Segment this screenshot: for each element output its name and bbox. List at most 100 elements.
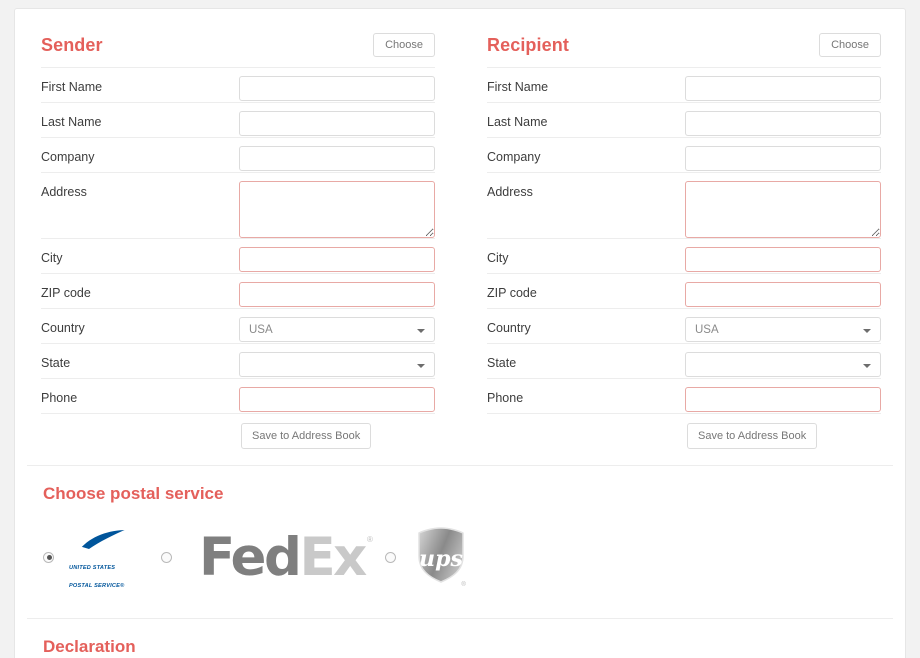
sender-state-label: State: [41, 356, 71, 370]
sender-first-name-label: First Name: [41, 80, 103, 94]
sender-phone-label: Phone: [41, 391, 78, 405]
sender-field-city: City: [41, 238, 435, 273]
recipient-field-city: City: [487, 238, 881, 273]
recipient-field-phone: Phone: [487, 378, 881, 413]
sender-field-last-name: Last Name: [41, 102, 435, 137]
recipient-first-name-input[interactable]: [685, 76, 881, 101]
sender-zip-label: ZIP code: [41, 286, 91, 300]
sender-field-phone: Phone: [41, 378, 435, 413]
sender-save-spacer: [41, 423, 241, 449]
ups-logo: ups ®: [415, 526, 467, 589]
recipient-address-label: Address: [487, 185, 533, 199]
postal-service-section: Choose postal service UNITED STATES POST…: [15, 466, 905, 618]
recipient-address-textarea[interactable]: [685, 181, 881, 238]
recipient-country-select[interactable]: USA: [685, 317, 881, 342]
recipient-phone-label: Phone: [487, 391, 524, 405]
sender-zip-input[interactable]: [239, 282, 435, 307]
declaration-section: Declaration: [15, 619, 905, 657]
recipient-title: Recipient: [487, 34, 569, 55]
sender-city-label: City: [41, 251, 63, 265]
usps-line-2: POSTAL SERVICE: [69, 583, 121, 590]
chevron-down-icon: [863, 329, 871, 333]
recipient-field-address: Address: [487, 172, 881, 238]
recipient-save-to-address-book-button[interactable]: Save to Address Book: [687, 423, 818, 450]
svg-text:ups: ups: [419, 546, 463, 572]
sender-country-select[interactable]: USA: [239, 317, 435, 342]
recipient-city-label: City: [487, 251, 509, 265]
recipient-field-state: State: [487, 343, 881, 378]
sender-choose-button[interactable]: Choose: [373, 32, 435, 58]
shipping-form-card: Sender Choose First Name Last Name Compa…: [14, 8, 906, 658]
recipient-country-label: Country: [487, 321, 531, 335]
recipient-field-country: Country USA: [487, 308, 881, 343]
recipient-first-name-label: First Name: [487, 80, 549, 94]
fedex-word-fed: Fed: [199, 526, 302, 588]
address-panels: Sender Choose First Name Last Name Compa…: [15, 9, 905, 465]
recipient-field-last-name: Last Name: [487, 102, 881, 137]
fedex-logo: FedEx ®: [199, 531, 373, 584]
sender-country-value: USA: [249, 323, 273, 336]
recipient-zip-input[interactable]: [685, 282, 881, 307]
usps-eagle-icon: [69, 522, 135, 557]
sender-field-zip: ZIP code: [41, 273, 435, 308]
radio-usps[interactable]: [43, 551, 54, 563]
recipient-field-zip: ZIP code: [487, 273, 881, 308]
recipient-state-select[interactable]: [685, 352, 881, 377]
ups-registered-mark: ®: [461, 581, 466, 588]
sender-panel: Sender Choose First Name Last Name Compa…: [15, 9, 461, 465]
recipient-last-name-input[interactable]: [685, 111, 881, 136]
sender-panel-header: Sender Choose: [41, 23, 435, 67]
usps-wordmark: UNITED STATES POSTAL SERVICE®: [69, 565, 124, 589]
recipient-panel-header: Recipient Choose: [487, 23, 881, 67]
recipient-save-row: Save to Address Book: [487, 413, 881, 465]
chevron-down-icon: [417, 364, 425, 368]
sender-first-name-input[interactable]: [239, 76, 435, 101]
usps-registered-mark: ®: [120, 583, 125, 590]
declaration-title: Declaration: [43, 637, 136, 657]
sender-state-select[interactable]: [239, 352, 435, 377]
sender-field-country: Country USA: [41, 308, 435, 343]
sender-country-label: Country: [41, 321, 85, 335]
fedex-registered-mark: ®: [366, 534, 373, 544]
sender-save-to-address-book-button[interactable]: Save to Address Book: [241, 423, 372, 450]
carrier-option-fedex[interactable]: FedEx ®: [161, 531, 373, 584]
radio-ups[interactable]: [384, 551, 396, 563]
recipient-company-input[interactable]: [685, 146, 881, 171]
carrier-option-usps[interactable]: UNITED STATES POSTAL SERVICE®: [43, 522, 141, 592]
fedex-word-ex: Ex: [299, 526, 367, 588]
recipient-state-label: State: [487, 356, 517, 370]
sender-address-textarea[interactable]: [239, 181, 435, 238]
ups-shield-icon: ups: [415, 526, 467, 589]
fedex-wordmark: FedEx: [199, 531, 367, 584]
carrier-options: UNITED STATES POSTAL SERVICE® FedEx ® up…: [43, 522, 877, 618]
sender-last-name-input[interactable]: [239, 111, 435, 136]
recipient-zip-label: ZIP code: [487, 286, 537, 300]
chevron-down-icon: [417, 329, 425, 333]
sender-phone-input[interactable]: [239, 387, 435, 412]
radio-fedex[interactable]: [161, 551, 172, 563]
sender-last-name-label: Last Name: [41, 115, 102, 129]
recipient-phone-input[interactable]: [685, 387, 881, 412]
recipient-city-input[interactable]: [685, 247, 881, 272]
sender-company-input[interactable]: [239, 146, 435, 171]
carrier-option-ups[interactable]: ups ®: [384, 526, 467, 589]
postal-service-title: Choose postal service: [43, 484, 224, 504]
recipient-panel: Recipient Choose First Name Last Name Co…: [461, 9, 907, 465]
sender-save-row: Save to Address Book: [41, 413, 435, 465]
sender-city-input[interactable]: [239, 247, 435, 272]
usps-line-1: UNITED STATES: [69, 565, 116, 572]
usps-logo: UNITED STATES POSTAL SERVICE®: [63, 522, 141, 592]
chevron-down-icon: [863, 364, 871, 368]
sender-company-label: Company: [41, 150, 95, 164]
recipient-country-value: USA: [695, 323, 719, 336]
sender-field-company: Company: [41, 137, 435, 172]
recipient-field-company: Company: [487, 137, 881, 172]
recipient-last-name-label: Last Name: [487, 115, 548, 129]
sender-title: Sender: [41, 34, 103, 55]
recipient-save-spacer: [487, 423, 687, 449]
recipient-company-label: Company: [487, 150, 541, 164]
page-root: Sender Choose First Name Last Name Compa…: [0, 0, 920, 658]
recipient-choose-button[interactable]: Choose: [819, 32, 881, 58]
recipient-field-first-name: First Name: [487, 67, 881, 102]
sender-field-state: State: [41, 343, 435, 378]
